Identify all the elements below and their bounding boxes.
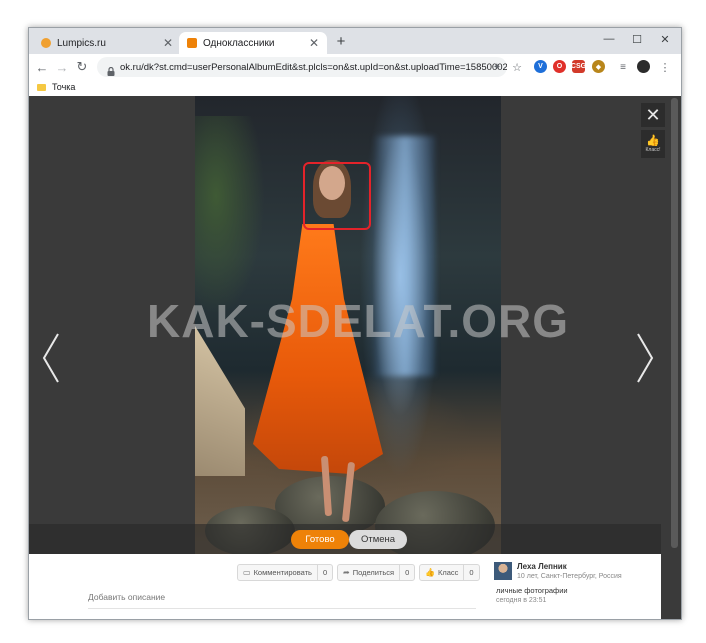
extension-v-icon[interactable]: V — [534, 60, 547, 73]
share-label: Поделиться — [352, 568, 395, 577]
bookmarks-bar: Точка — [29, 80, 681, 97]
klass-like-count: 0 — [463, 565, 478, 580]
prev-photo-arrow-icon[interactable] — [41, 332, 61, 384]
klass-like-button[interactable]: 👍 Класс 0 — [419, 564, 480, 581]
lumpics-favicon-icon — [41, 38, 51, 48]
author-name[interactable]: Леха Лепник — [517, 562, 567, 571]
bookmark-star-icon[interactable]: ☆ — [511, 61, 523, 74]
profile-avatar-icon[interactable] — [637, 60, 650, 73]
album-link[interactable]: личные фотографии — [496, 586, 568, 595]
upload-timestamp: сегодня в 23:51 — [496, 597, 547, 604]
tab-close-icon[interactable]: ✕ — [307, 36, 321, 50]
scrollbar-thumb[interactable] — [671, 98, 678, 548]
share-icon: ➦ — [343, 568, 350, 577]
comment-label: Комментировать — [253, 568, 312, 577]
forward-button[interactable]: → — [53, 58, 71, 76]
tab-close-icon[interactable]: ✕ — [161, 36, 175, 50]
share-count: 0 — [399, 565, 414, 580]
klass-button[interactable]: 👍 Класс! — [641, 130, 665, 158]
klass-like-label: Класс — [437, 568, 459, 577]
comment-icon: ▭ — [243, 568, 251, 577]
ok-favicon-icon — [187, 38, 197, 48]
new-tab-button[interactable]: + — [333, 34, 349, 50]
next-photo-arrow-icon[interactable] — [635, 332, 655, 384]
photo-viewer: KAK-SDELAT.ORG ✕ 👍 Класс! Готово Отмена … — [29, 96, 681, 619]
close-window-button[interactable]: ✕ — [651, 30, 679, 48]
thumb-up-icon: 👍 — [646, 134, 660, 147]
lock-icon — [107, 63, 115, 76]
close-viewer-button[interactable]: ✕ — [641, 103, 665, 127]
tab-title: Одноклассники — [203, 37, 275, 49]
photo-info-panel: ▭ Комментировать 0 ➦ Поделиться 0 👍 Клас… — [29, 554, 661, 619]
description-underline — [88, 608, 476, 609]
cancel-button[interactable]: Отмена — [349, 530, 407, 549]
bookmark-tochka[interactable]: Точка — [37, 82, 75, 92]
maximize-button[interactable]: ☐ — [623, 30, 651, 48]
address-bar[interactable]: ok.ru/dk?st.cmd=userPersonalAlbumEdit&st… — [97, 57, 507, 77]
back-button[interactable]: ← — [33, 58, 51, 76]
author-meta: 10 лет, Санкт-Петербург, Россия — [517, 573, 622, 580]
tab-title: Lumpics.ru — [57, 37, 106, 49]
done-button[interactable]: Готово — [291, 530, 349, 549]
page-scrollbar[interactable] — [669, 96, 681, 619]
tab-odnoklassniki[interactable]: Одноклассники ✕ — [179, 32, 327, 54]
watermark: KAK-SDELAT.ORG — [147, 295, 570, 347]
url-text: ok.ru/dk?st.cmd=userPersonalAlbumEdit&st… — [120, 61, 507, 73]
bookmark-label: Точка — [52, 82, 76, 92]
folder-icon — [37, 83, 46, 91]
reading-list-icon[interactable]: ≡ — [617, 61, 629, 73]
extension-shield-icon[interactable]: ◆ — [592, 60, 605, 73]
comment-count: 0 — [316, 565, 332, 580]
reload-button[interactable]: ↻ — [73, 58, 91, 76]
extension-csg-icon[interactable]: CSG — [571, 60, 586, 73]
comment-button[interactable]: ▭ Комментировать 0 — [237, 564, 334, 581]
browser-toolbar: ← → ↻ ok.ru/dk?st.cmd=userPersonalAlbumE… — [29, 54, 681, 80]
minimize-button[interactable]: — — [595, 30, 623, 48]
face-highlight-frame — [303, 162, 371, 230]
extension-opera-icon[interactable]: O — [553, 60, 566, 73]
browser-window: Lumpics.ru ✕ Одноклассники ✕ + — ☐ ✕ ← →… — [28, 27, 682, 620]
tab-strip: Lumpics.ru ✕ Одноклассники ✕ + — ☐ ✕ — [29, 28, 681, 54]
description-input[interactable]: Добавить описание — [88, 592, 165, 602]
thumb-up-icon: 👍 — [425, 568, 435, 577]
avatar[interactable] — [494, 562, 512, 580]
share-button[interactable]: ➦ Поделиться 0 — [337, 564, 416, 581]
menu-kebab-icon[interactable]: ⋮ — [659, 61, 671, 74]
tab-lumpics[interactable]: Lumpics.ru ✕ — [33, 32, 181, 54]
klass-label: Класс! — [645, 146, 661, 153]
extension-puzzle-icon[interactable]: ✦ — [491, 61, 503, 73]
